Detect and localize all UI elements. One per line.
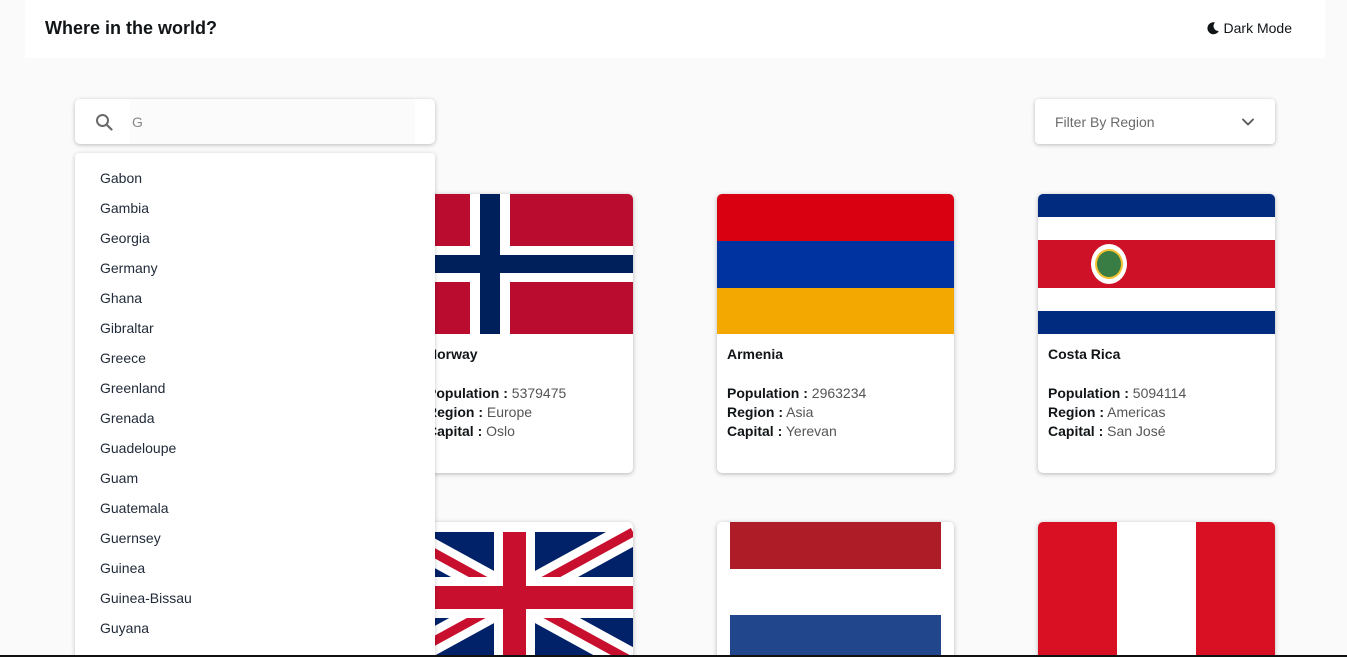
chevron-down-icon bbox=[1242, 118, 1254, 126]
capital-row: Capital : Oslo bbox=[427, 422, 623, 441]
suggestion-item[interactable]: Gambia bbox=[75, 198, 435, 228]
capital-label: Capital : bbox=[1048, 423, 1104, 439]
region-label: Region : bbox=[727, 404, 783, 420]
region-value: Americas bbox=[1107, 404, 1166, 420]
suggestion-item[interactable]: Guadeloupe bbox=[75, 438, 435, 468]
suggestion-item[interactable]: Greece bbox=[75, 348, 435, 378]
population-value: 5379475 bbox=[511, 385, 567, 401]
region-value: Europe bbox=[486, 404, 533, 420]
flag-peru bbox=[1038, 522, 1275, 657]
suggestion-item[interactable]: Gabon bbox=[75, 168, 435, 198]
population-row: Population : 5379475 bbox=[427, 384, 623, 403]
population-value: 5094114 bbox=[1132, 385, 1187, 401]
capital-row: Capital : Yerevan bbox=[727, 422, 944, 441]
search-icon bbox=[96, 114, 113, 131]
flag-netherlands bbox=[717, 522, 954, 657]
capital-value: Yerevan bbox=[785, 423, 837, 439]
region-row: Region : Asia bbox=[727, 403, 944, 422]
suggestion-item[interactable]: Greenland bbox=[75, 378, 435, 408]
suggestion-item[interactable]: Guatemala bbox=[75, 498, 435, 528]
country-card-peru[interactable] bbox=[1038, 522, 1275, 657]
population-label: Population : bbox=[727, 385, 808, 401]
suggestion-item[interactable]: Grenada bbox=[75, 408, 435, 438]
dark-mode-toggle[interactable]: Dark Mode bbox=[1206, 20, 1292, 36]
country-name: Norway bbox=[427, 346, 478, 362]
capital-value: San José bbox=[1107, 423, 1166, 439]
capital-label: Capital : bbox=[427, 423, 483, 439]
region-value: Asia bbox=[786, 404, 814, 420]
region-label: Region : bbox=[427, 404, 483, 420]
suggestion-item[interactable]: Guyana bbox=[75, 618, 435, 648]
region-label: Region : bbox=[1048, 404, 1104, 420]
suggestion-item[interactable]: Guam bbox=[75, 468, 435, 498]
suggestion-item[interactable]: Guinea-Bissau bbox=[75, 588, 435, 618]
country-name: Armenia bbox=[727, 346, 784, 362]
population-label: Population : bbox=[1048, 385, 1129, 401]
capital-value: Oslo bbox=[486, 423, 515, 439]
flag-costa-rica bbox=[1038, 194, 1275, 334]
suggestion-item[interactable]: Gibraltar bbox=[75, 318, 435, 348]
suggestion-item[interactable]: Guinea bbox=[75, 558, 435, 588]
suggestion-item[interactable]: Germany bbox=[75, 258, 435, 288]
suggestion-item[interactable]: Guernsey bbox=[75, 528, 435, 558]
flag-armenia bbox=[717, 194, 954, 334]
population-value: 2963234 bbox=[811, 385, 867, 401]
population-row: Population : 2963234 bbox=[727, 384, 944, 403]
country-name: Costa Rica bbox=[1048, 346, 1121, 362]
capital-label: Capital : bbox=[727, 423, 783, 439]
population-row: Population : 5094114 bbox=[1048, 384, 1265, 403]
dark-mode-label: Dark Mode bbox=[1223, 20, 1292, 36]
search-suggestions: Gabon Gambia Georgia Germany Ghana Gibraltar G… bbox=[75, 153, 435, 657]
region-filter-dropdown[interactable]: Filter By Region bbox=[1035, 99, 1275, 144]
filter-label: Filter By Region bbox=[1055, 114, 1155, 130]
search-input[interactable] bbox=[130, 99, 415, 144]
app-title: Where in the world? bbox=[45, 18, 218, 38]
app-header: Where in the world? Dark Mode bbox=[25, 0, 1325, 58]
moon-icon bbox=[1206, 21, 1219, 34]
search-box bbox=[75, 99, 435, 144]
country-card-costa-rica[interactable]: Costa Rica Population : 5094114 Region :… bbox=[1038, 194, 1275, 473]
country-card-netherlands[interactable] bbox=[717, 522, 954, 657]
suggestion-item[interactable]: Ghana bbox=[75, 288, 435, 318]
suggestion-item[interactable]: Georgia bbox=[75, 228, 435, 258]
capital-row: Capital : San José bbox=[1048, 422, 1265, 441]
population-label: Population : bbox=[427, 385, 508, 401]
region-row: Region : Europe bbox=[427, 403, 623, 422]
region-row: Region : Americas bbox=[1048, 403, 1265, 422]
country-card-armenia[interactable]: Armenia Population : 2963234 Region : As… bbox=[717, 194, 954, 473]
